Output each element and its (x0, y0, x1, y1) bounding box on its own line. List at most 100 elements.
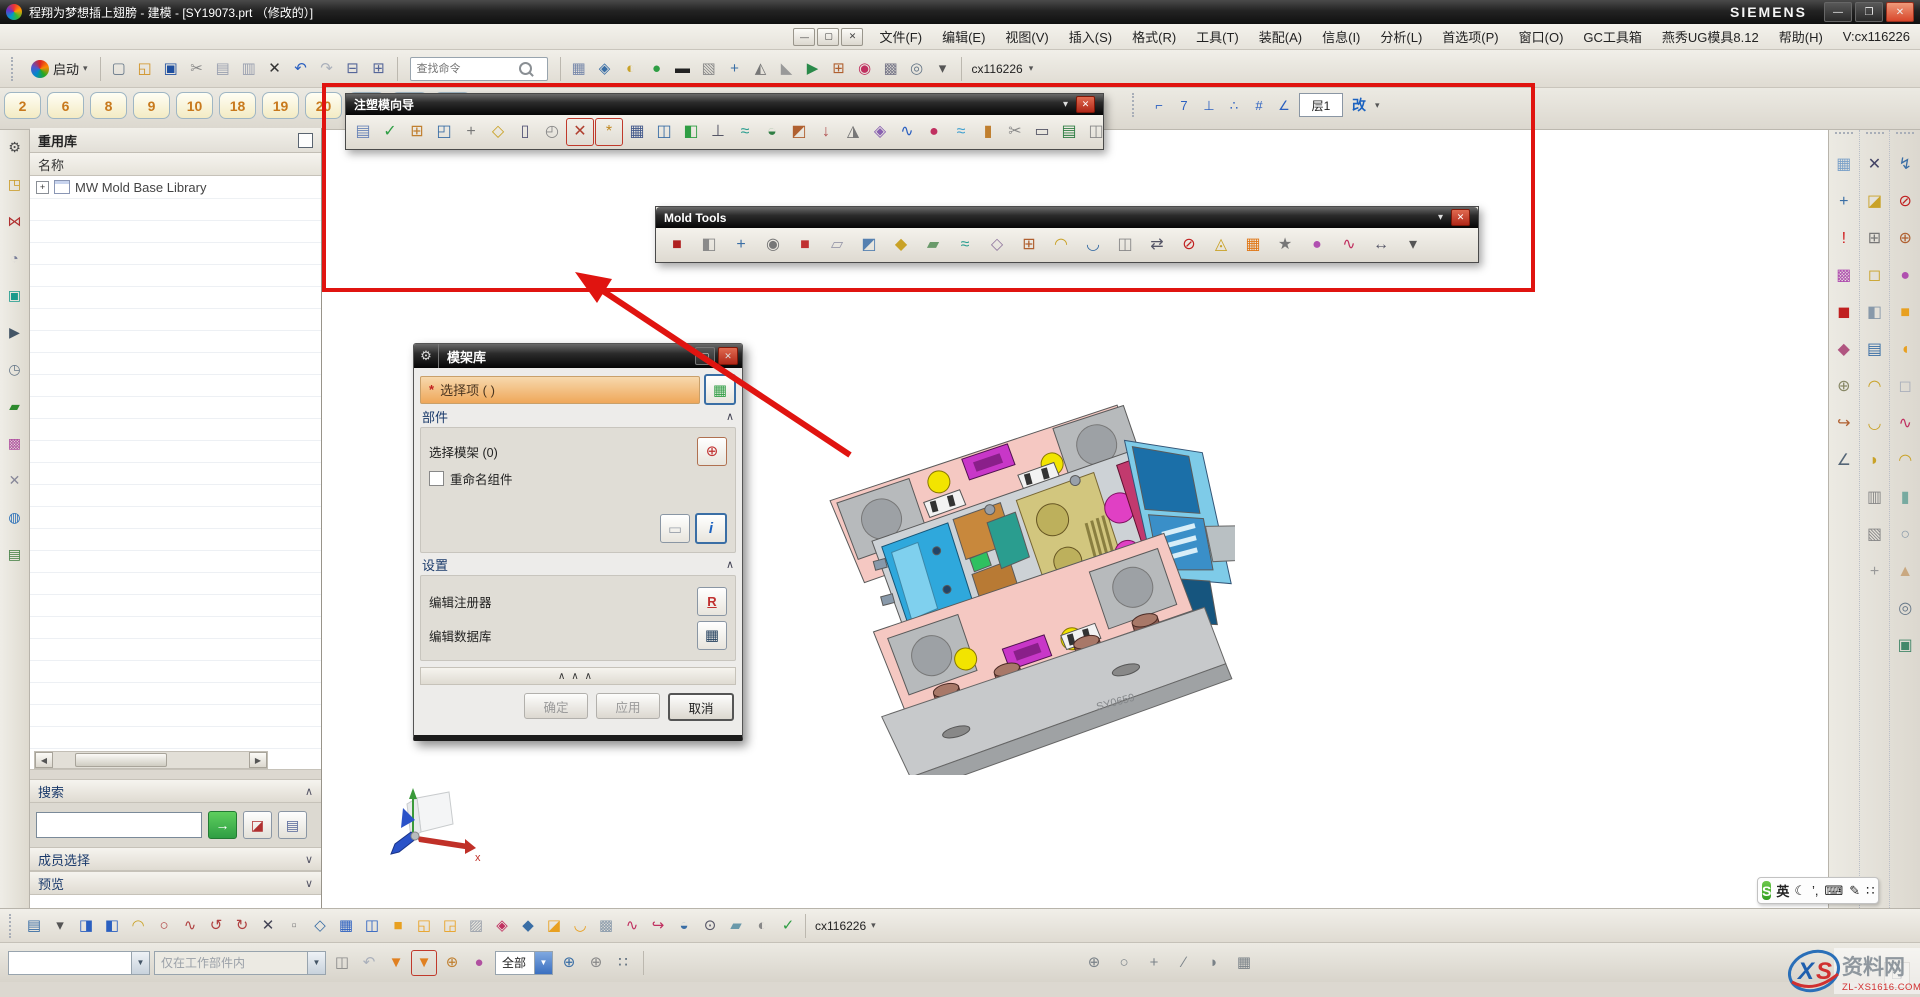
split-face-icon[interactable]: ◆ (888, 232, 914, 258)
enlarge-surface-icon[interactable]: ◩ (856, 232, 882, 258)
menu-item[interactable]: 文件(F) (869, 24, 932, 49)
library-search-input[interactable] (36, 812, 202, 838)
panel-pin-button[interactable] (298, 133, 313, 148)
cut-icon[interactable]: ✂ (185, 57, 209, 81)
compass-icon[interactable]: ◈ (593, 57, 617, 81)
member-select-section-header[interactable]: 成员选择 ∨ (30, 847, 321, 871)
curve-ccw-icon[interactable]: ↺ (204, 914, 228, 938)
snap-arc-icon[interactable]: ◗ (1202, 951, 1226, 975)
cavity-layout-icon[interactable]: + (458, 119, 484, 145)
layer-number-button[interactable]: 9 (133, 92, 170, 119)
tree-row[interactable]: + MW Mold Base Library (30, 176, 321, 199)
gate-icon[interactable]: ● (921, 119, 947, 145)
grid-snap-icon[interactable]: # (1248, 94, 1270, 116)
patch-opening-icon[interactable]: ⊞ (1016, 232, 1042, 258)
selection-scope-combo[interactable]: 仅在工作部件内 ▼ (154, 951, 326, 975)
red-cube-icon[interactable]: ◼ (1831, 300, 1856, 325)
more-tools-icon[interactable]: ▾ (931, 57, 955, 81)
sogou-logo-icon[interactable]: S (1762, 881, 1771, 900)
menu-item[interactable]: 工具(T) (1186, 24, 1249, 49)
table-icon[interactable]: ⊞ (1862, 226, 1887, 251)
start-menu-button[interactable]: 启动 ▾ (25, 57, 94, 80)
snapshot-icon[interactable]: ◎ (905, 57, 929, 81)
chevron-down-icon[interactable]: ▾ (871, 920, 876, 931)
tree-expander-icon[interactable]: + (36, 181, 49, 194)
scroll-left-button[interactable]: ◀ (35, 752, 53, 768)
paste-icon[interactable]: ▥ (237, 57, 261, 81)
toolbar-grip[interactable] (1835, 132, 1853, 138)
chevron-down-icon[interactable]: ▼ (534, 952, 552, 974)
calculate-area-icon[interactable]: ▦ (1240, 232, 1266, 258)
filter-target-icon[interactable]: ⊕ (440, 951, 464, 975)
warning-icon[interactable]: ! (1831, 226, 1856, 251)
layer-number-button[interactable]: 2 (4, 92, 41, 119)
constraint-icon[interactable]: ∠ (1831, 448, 1856, 473)
menu-item[interactable]: 信息(I) (1312, 24, 1370, 49)
bar-icon[interactable]: ▰ (724, 914, 748, 938)
snap-circle-icon[interactable]: ○ (1112, 951, 1136, 975)
surface-prep-icon[interactable]: ◴ (539, 119, 565, 145)
diamond-mesh-icon[interactable]: ◈ (490, 914, 514, 938)
web-browser-icon[interactable]: ◍ (4, 506, 26, 528)
collapse-arrow-icon[interactable]: ∧ (726, 410, 734, 423)
redo-icon[interactable]: ↷ (315, 57, 339, 81)
object-attributes-icon[interactable]: ★ (1272, 232, 1298, 258)
wrap-geometry-icon[interactable]: ◬ (1208, 232, 1234, 258)
layer-number-button[interactable]: 19 (262, 92, 299, 119)
clear-search-button[interactable]: ◪ (243, 811, 272, 839)
menu-item[interactable]: 格式(R) (1122, 24, 1186, 49)
menu-item[interactable]: 首选项(P) (1432, 24, 1508, 49)
curve-cw-icon[interactable]: ↻ (230, 914, 254, 938)
window-tile-icon[interactable]: ⊞ (367, 57, 391, 81)
snap-point-icon[interactable]: ⊕ (1082, 951, 1106, 975)
shrinkage-icon[interactable]: ⊞ (404, 119, 430, 145)
trim-mold-icon[interactable]: ◫ (651, 119, 677, 145)
hatch-icon[interactable]: ▨ (464, 914, 488, 938)
hatch-pattern-icon[interactable]: ▧ (1862, 522, 1887, 547)
menu-item[interactable]: 分析(L) (1370, 24, 1432, 49)
color-blocks-icon[interactable]: ▩ (1831, 263, 1856, 288)
more-mold-tools-icon[interactable]: ▾ (1400, 232, 1426, 258)
mold-base-icon[interactable]: ◒ (759, 119, 785, 145)
create-box-icon[interactable]: ■ (664, 232, 690, 258)
toolbar-grip[interactable] (1132, 93, 1139, 117)
dialog-close-icon[interactable]: ✕ (718, 347, 738, 365)
runner-icon[interactable]: ∿ (894, 119, 920, 145)
copy-icon[interactable]: ▤ (211, 57, 235, 81)
pocket-icon[interactable]: ◇ (485, 119, 511, 145)
notes-icon[interactable]: ▤ (4, 543, 26, 565)
menu-item[interactable]: 帮助(H) (1769, 24, 1833, 49)
offset-surface-icon[interactable]: ◡ (1080, 232, 1106, 258)
bom-icon[interactable]: ▤ (1056, 119, 1082, 145)
mold-tools-titlebar[interactable]: Mold Tools ▾ ✕ (656, 207, 1478, 228)
scrollbar-thumb[interactable] (75, 753, 167, 767)
snap-target-blue-icon[interactable]: ⊕ (557, 951, 581, 975)
mold-drawing-icon[interactable]: ▭ (1029, 119, 1055, 145)
minimize-button[interactable]: — (1824, 2, 1852, 22)
collapse-arrow-icon[interactable]: ∧ (305, 785, 313, 798)
menu-item[interactable]: GC工具箱 (1573, 24, 1652, 49)
snap-target-gray-icon[interactable]: ⊕ (584, 951, 608, 975)
close-icon[interactable]: ✕ (1076, 96, 1095, 113)
move-object-icon[interactable]: + (723, 57, 747, 81)
design-parting-icon[interactable]: ⊥ (705, 119, 731, 145)
fold-surface-icon[interactable]: ◪ (1862, 189, 1887, 214)
ok-button[interactable]: 确定 (524, 693, 588, 719)
search-input[interactable] (415, 62, 519, 76)
delete-dotted-icon[interactable]: ✕ (1862, 152, 1887, 177)
line-width-icon[interactable]: ▬ (671, 57, 695, 81)
curved-sheet-icon[interactable]: ◠ (1862, 374, 1887, 399)
add-icon[interactable]: + (1862, 559, 1887, 584)
trim-process-icon[interactable]: ✂ (1002, 119, 1028, 145)
origin-icon[interactable]: ⊕ (1831, 374, 1856, 399)
shaded-view-icon[interactable]: ◐ (619, 57, 643, 81)
page-flip-icon[interactable]: ◧ (1862, 300, 1887, 325)
delete-body-icon[interactable]: ⊘ (1176, 232, 1202, 258)
preview-toggle-button[interactable]: ▭ (660, 514, 690, 543)
check-icon[interactable]: ✓ (776, 914, 800, 938)
chevron-down-icon[interactable]: ▾ (1375, 100, 1380, 111)
toolbar-grip[interactable] (1866, 132, 1884, 138)
selection-type-combo[interactable]: ▼ (8, 951, 150, 975)
ime-pen-icon[interactable]: ✎ (1849, 883, 1860, 899)
cylinder-neg-icon[interactable]: ◧ (100, 914, 124, 938)
